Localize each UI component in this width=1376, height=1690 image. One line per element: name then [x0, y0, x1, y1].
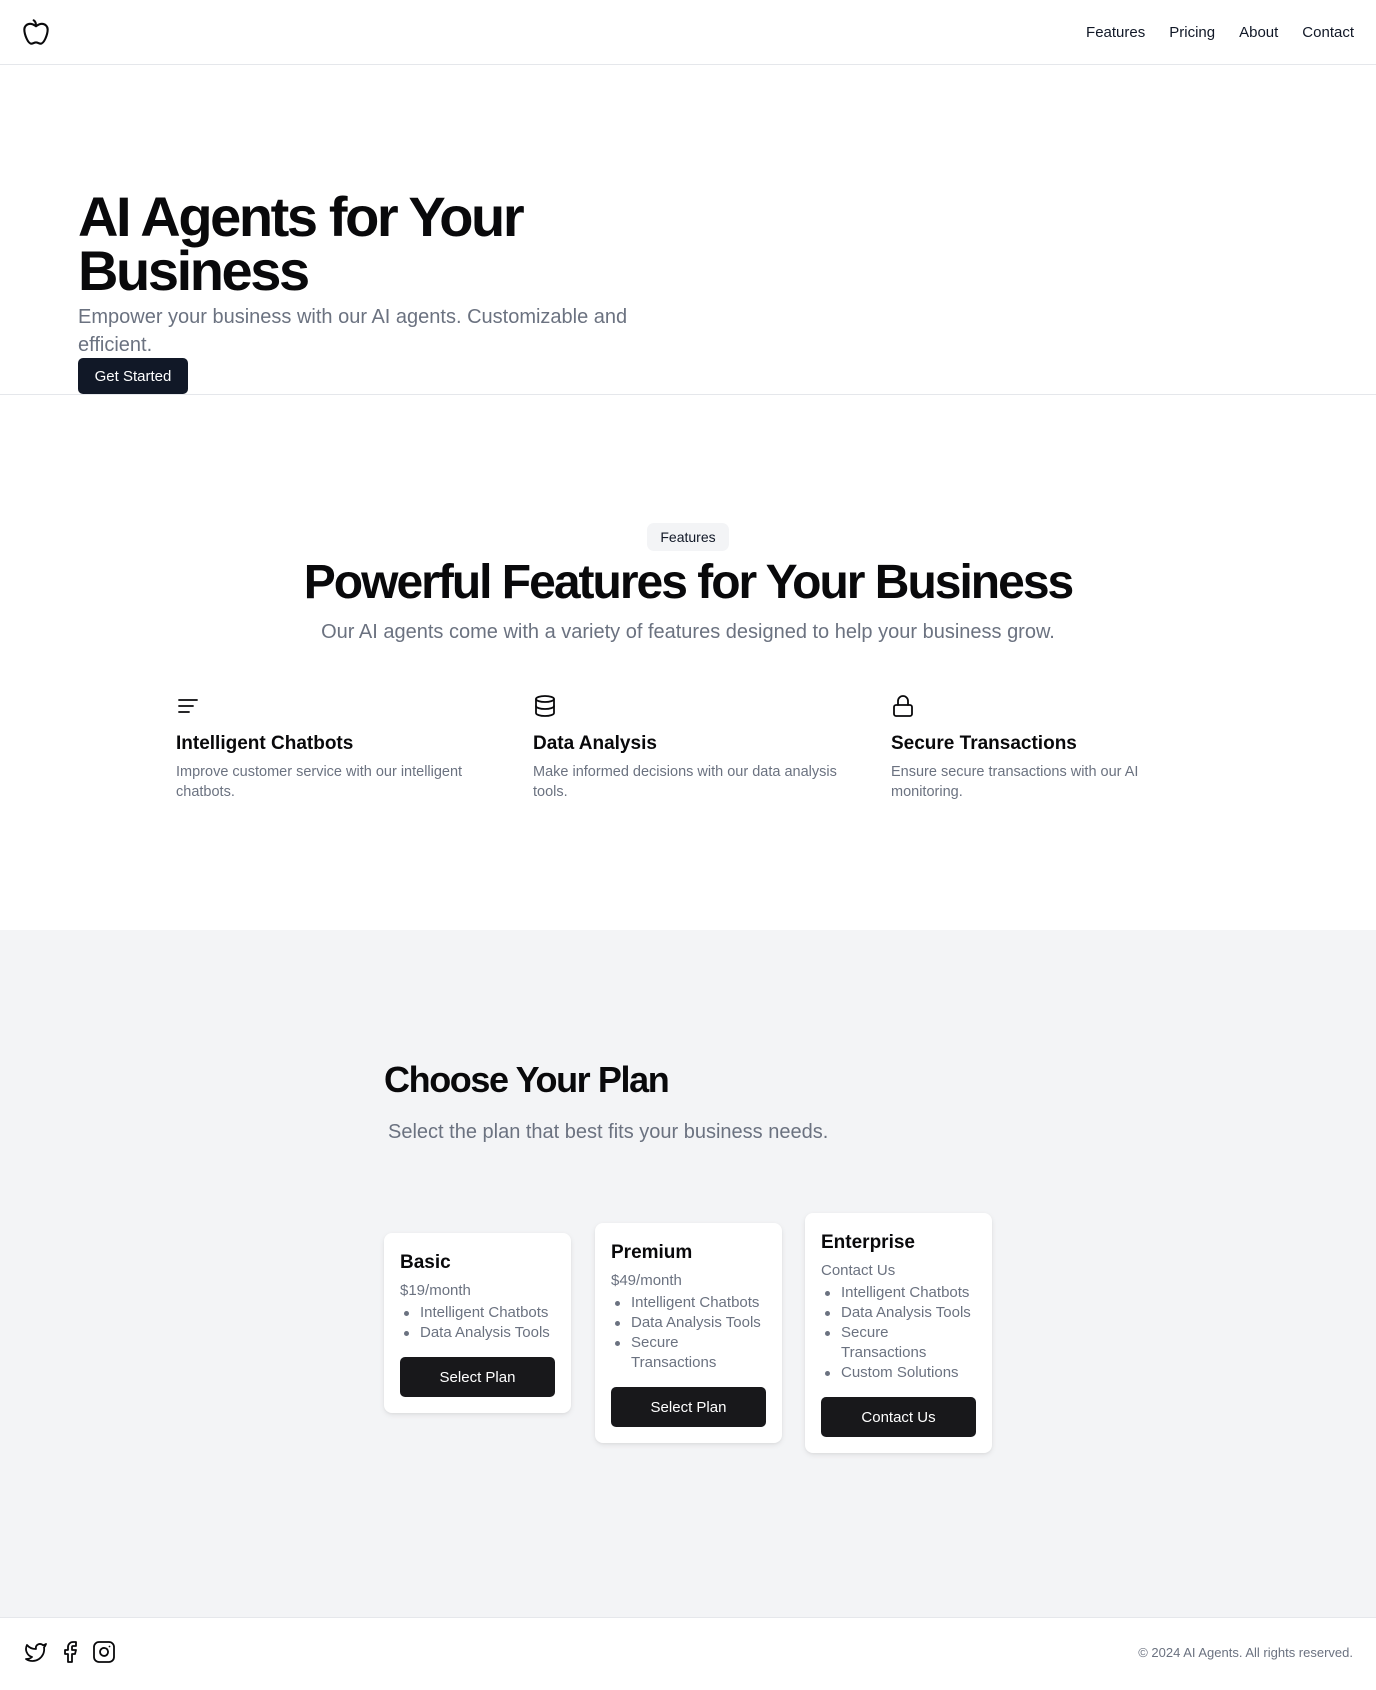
- features-title: Powerful Features for Your Business: [303, 556, 1074, 609]
- features-subtitle: Our AI agents come with a variety of fea…: [321, 621, 1055, 643]
- plan-feature-list: Intelligent Chatbots Data Analysis Tools…: [611, 1293, 766, 1373]
- feature-description: Make informed decisions with our data an…: [533, 764, 837, 800]
- plan-feature: Secure Transactions: [821, 1323, 976, 1363]
- pricing-section: Choose Your Plan Select the plan that be…: [0, 930, 1376, 1617]
- plan-feature: Intelligent Chatbots: [400, 1303, 555, 1323]
- feature-title: Data Analysis: [533, 733, 657, 754]
- select-plan-button[interactable]: Select Plan: [611, 1387, 766, 1427]
- hero-section: AI Agents for Your Business Empower your…: [0, 65, 1376, 395]
- feature-description: Improve customer service with our intell…: [176, 764, 463, 800]
- plan-price: Contact Us: [821, 1262, 896, 1279]
- main-nav: Features Pricing About Contact: [1086, 0, 1354, 64]
- features-badge: Features: [647, 523, 729, 551]
- nav-contact[interactable]: Contact: [1302, 24, 1354, 41]
- features-section: Features Powerful Features for Your Busi…: [0, 396, 1376, 930]
- plan-feature-list: Intelligent Chatbots Data Analysis Tools…: [821, 1283, 976, 1383]
- social-links: [24, 1640, 116, 1664]
- plan-price: $49/month: [611, 1272, 682, 1289]
- plan-card-basic: Basic $19/month Intelligent Chatbots Dat…: [384, 1233, 571, 1413]
- hero-title: AI Agents for Your Business: [78, 185, 525, 302]
- feature-item-secure-transactions: Secure Transactions Ensure secure transa…: [891, 694, 1211, 802]
- plan-feature: Secure Transactions: [611, 1333, 766, 1373]
- feature-description: Ensure secure transactions with our AI m…: [891, 764, 1139, 800]
- plan-feature: Data Analysis Tools: [821, 1303, 976, 1323]
- plan-card-premium: Premium $49/month Intelligent Chatbots D…: [595, 1223, 782, 1443]
- plan-card-enterprise: Enterprise Contact Us Intelligent Chatbo…: [805, 1213, 992, 1453]
- nav-features[interactable]: Features: [1086, 24, 1145, 41]
- plan-feature: Custom Solutions: [821, 1363, 976, 1383]
- plan-name: Premium: [611, 1242, 693, 1263]
- get-started-button[interactable]: Get Started: [78, 358, 188, 394]
- database-icon: [533, 694, 559, 720]
- lock-icon: [891, 694, 917, 720]
- plan-feature-list: Intelligent Chatbots Data Analysis Tools: [400, 1303, 555, 1343]
- plan-name: Basic: [400, 1252, 451, 1273]
- nav-pricing[interactable]: Pricing: [1169, 24, 1215, 41]
- plan-price: $19/month: [400, 1282, 471, 1299]
- site-footer: © 2024 AI Agents. All rights reserved.: [0, 1617, 1376, 1690]
- plan-feature: Intelligent Chatbots: [611, 1293, 766, 1313]
- pricing-title: Choose Your Plan: [384, 1059, 670, 1100]
- select-plan-button[interactable]: Select Plan: [400, 1357, 555, 1397]
- feature-title: Secure Transactions: [891, 733, 1077, 754]
- facebook-icon[interactable]: [58, 1640, 82, 1664]
- plan-name: Enterprise: [821, 1232, 915, 1253]
- pricing-subtitle: Select the plan that best fits your busi…: [388, 1121, 829, 1143]
- copyright-text: © 2024 AI Agents. All rights reserved.: [1138, 1645, 1353, 1660]
- hero-subtitle: Empower your business with our AI agents…: [78, 306, 628, 356]
- apple-logo-icon[interactable]: [22, 18, 50, 46]
- lines-icon: [176, 694, 202, 720]
- twitter-icon[interactable]: [24, 1640, 48, 1664]
- feature-title: Intelligent Chatbots: [176, 733, 354, 754]
- instagram-icon[interactable]: [92, 1640, 116, 1664]
- site-header: Features Pricing About Contact: [0, 0, 1376, 65]
- plan-feature: Data Analysis Tools: [611, 1313, 766, 1333]
- feature-item-data-analysis: Data Analysis Make informed decisions wi…: [533, 694, 853, 802]
- plan-feature: Intelligent Chatbots: [821, 1283, 976, 1303]
- contact-us-button[interactable]: Contact Us: [821, 1397, 976, 1437]
- nav-about[interactable]: About: [1239, 24, 1278, 41]
- feature-item-chatbots: Intelligent Chatbots Improve customer se…: [176, 694, 496, 802]
- plan-feature: Data Analysis Tools: [400, 1323, 555, 1343]
